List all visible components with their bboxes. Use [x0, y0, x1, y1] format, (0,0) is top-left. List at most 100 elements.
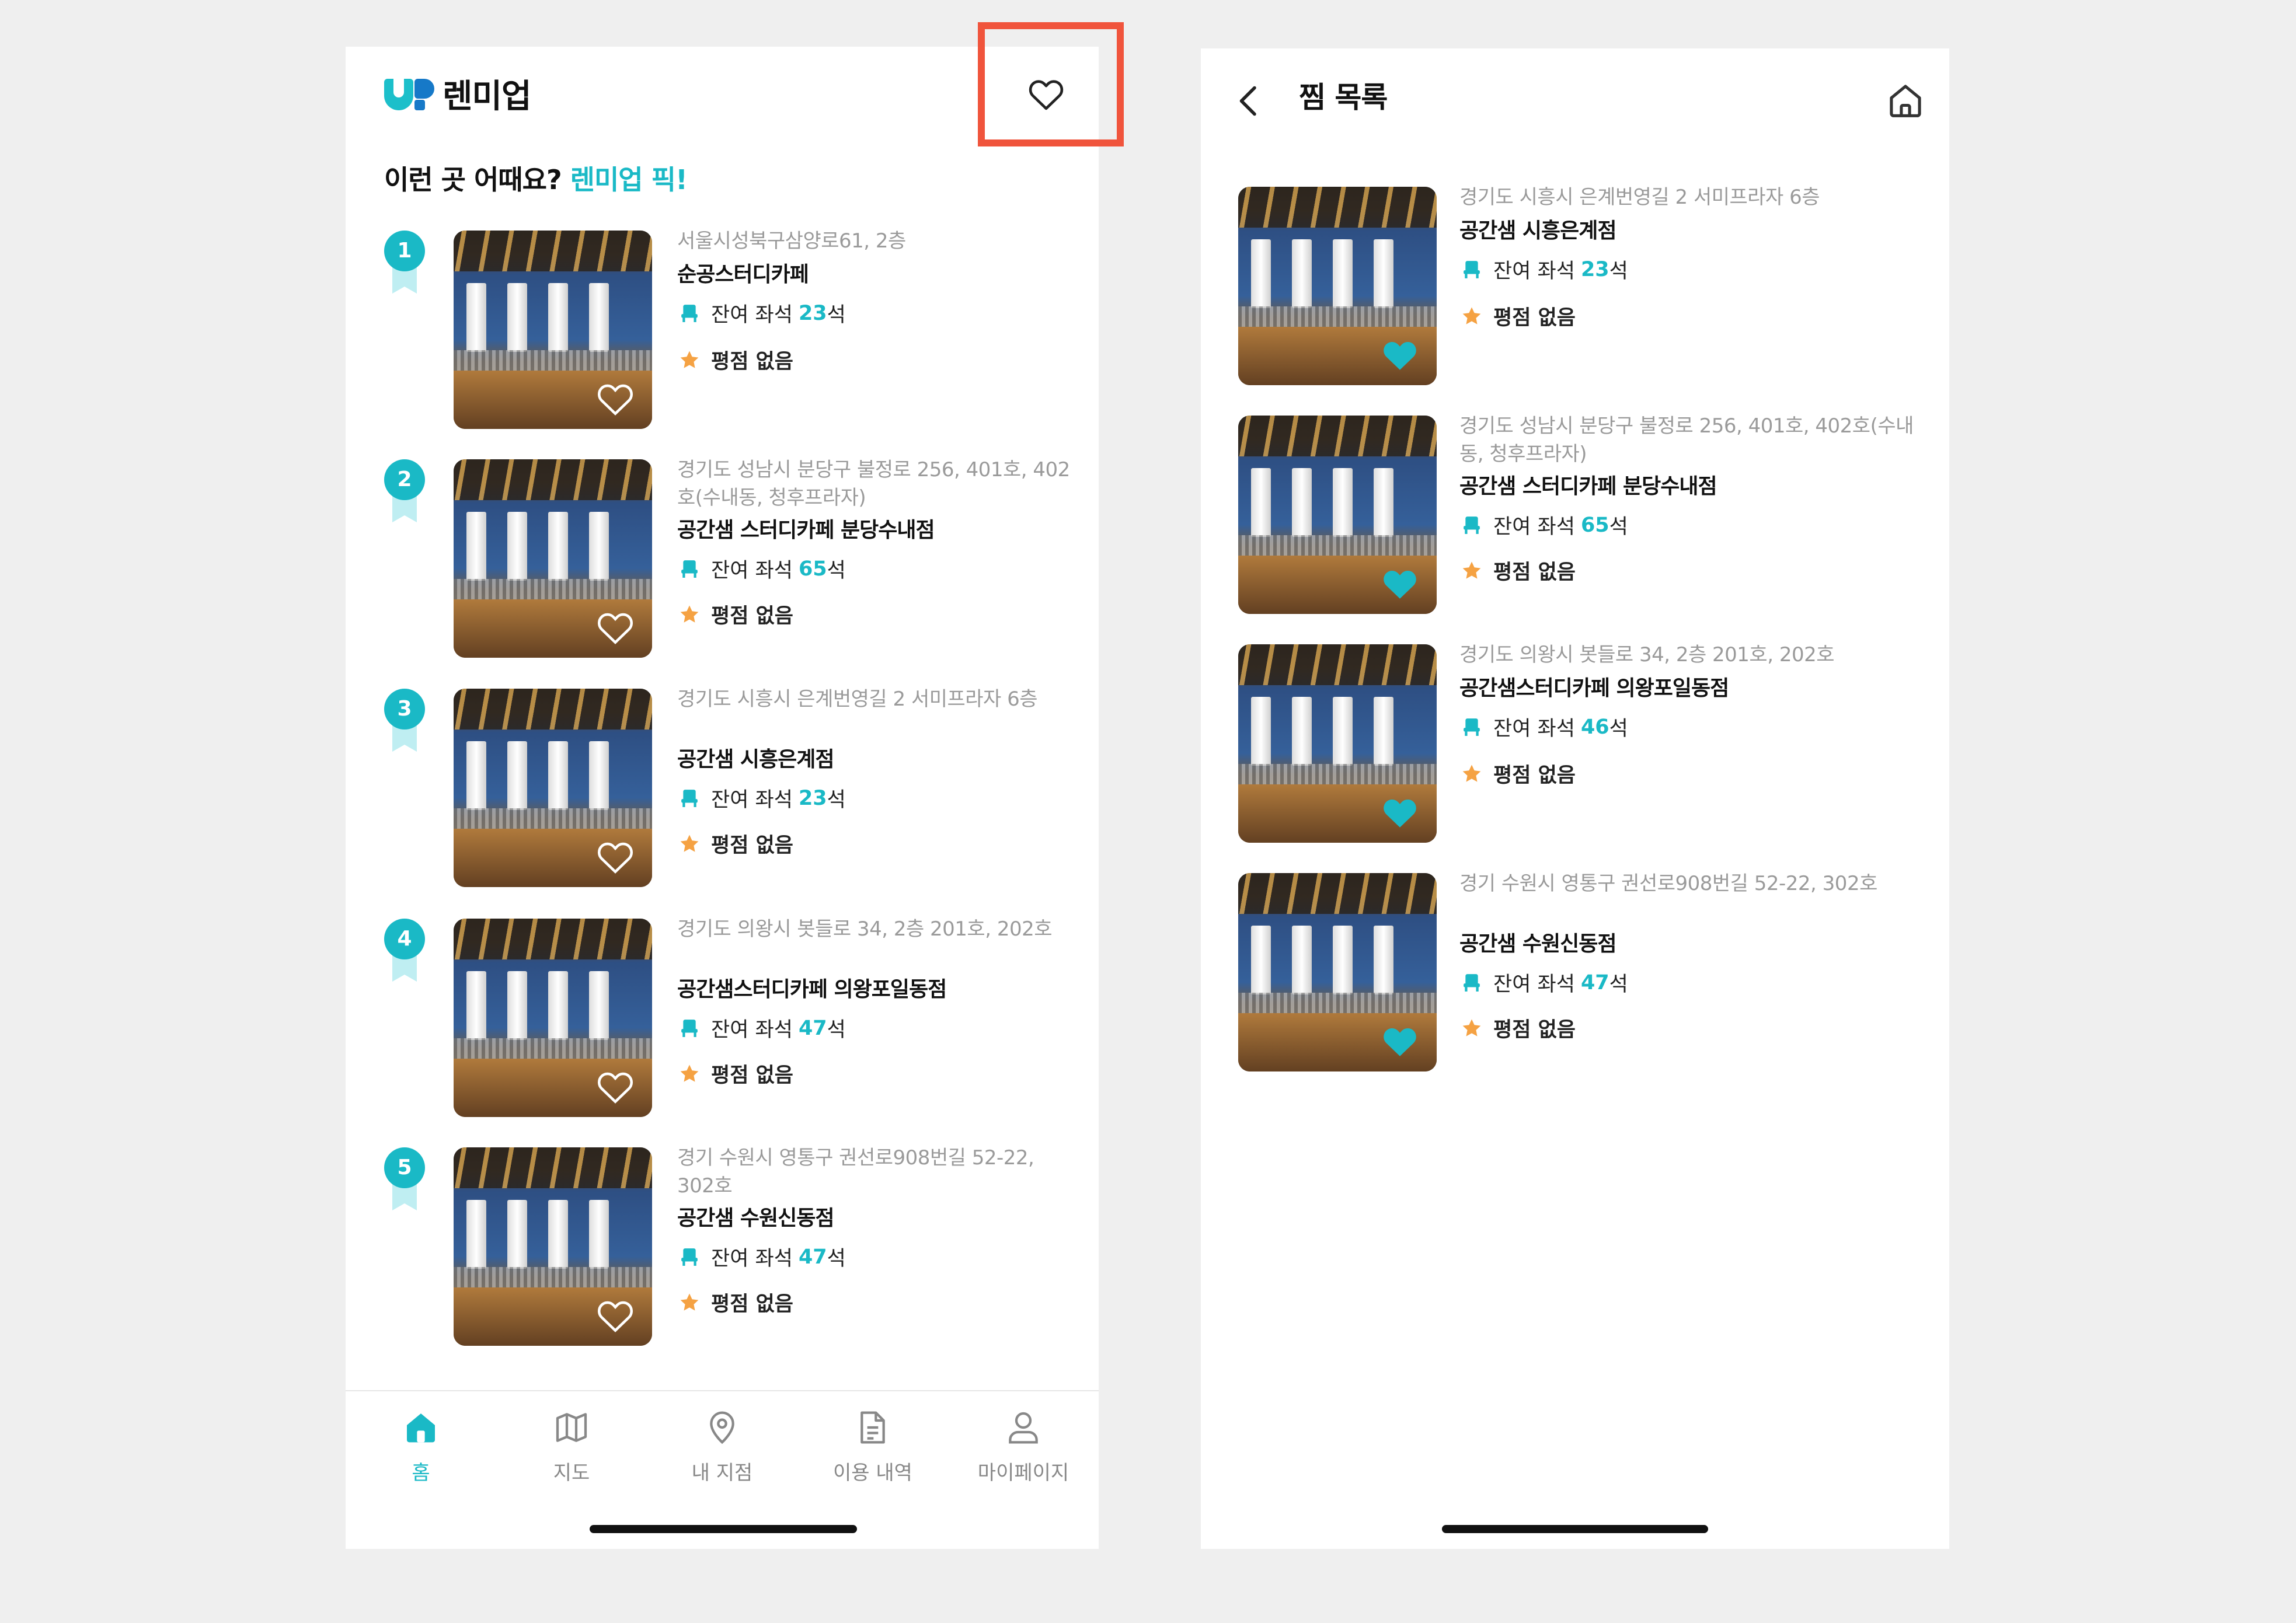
star-icon [1462, 1018, 1481, 1036]
tab-label: 홈 [412, 1461, 430, 1485]
heart-filled-icon[interactable] [1379, 794, 1420, 830]
list-item[interactable]: 5 경기 수원시 영통구 권선로908번길 52-22, 302호 공간샘 수원신동… [346, 1146, 1099, 1349]
rank-number: 2 [397, 467, 412, 491]
seat-availability: 잔여 좌석 47 석 [681, 1242, 846, 1272]
seat-unit: 석 [1609, 260, 1628, 283]
star-icon [1462, 764, 1481, 782]
section-title-prefix: 이런 곳 어때요? [384, 164, 562, 196]
thumbnail-image[interactable] [1238, 644, 1437, 843]
star-icon [680, 1064, 699, 1082]
item-address: 경기도 성남시 분당구 불정로 256, 401호, 402호(수내동, 청후프… [677, 458, 1070, 509]
rating-text: 평점 없음 [1493, 1018, 1576, 1042]
list-item[interactable]: 1 서울시성북구삼양로61, 2층 순공스터디카페 잔여 좌석 23 석 평점 없음 [346, 229, 1099, 432]
seat-availability: 잔여 좌석 23 석 [1463, 254, 1628, 284]
rank-number: 5 [397, 1156, 412, 1179]
rating: 평점 없음 [678, 599, 793, 629]
seat-unit: 석 [1609, 973, 1628, 996]
tab-my-branch[interactable]: 내 지점 [647, 1409, 797, 1485]
favorite-item[interactable]: 경기도 성남시 분당구 불정로 256, 401호, 402호(수내동, 청후프… [1201, 414, 1949, 617]
chevron-left-icon [1239, 86, 1256, 116]
item-name[interactable]: 공간샘스터디카페 의왕포일동점 [677, 972, 947, 1003]
rank-badge: 4 [384, 919, 425, 983]
star-icon [1462, 306, 1481, 324]
tab-history[interactable]: 이용 내역 [797, 1409, 948, 1485]
tab-home[interactable]: 홈 [346, 1409, 496, 1485]
tab-map[interactable]: 지도 [496, 1409, 647, 1485]
item-name[interactable]: 공간샘 수원신동점 [677, 1201, 834, 1231]
favorite-item[interactable]: 경기 수원시 영통구 권선로908번길 52-22, 302호 공간샘 수원신동점… [1201, 872, 1949, 1074]
favorite-item[interactable]: 경기도 시흥시 은계번영길 2 서미프라자 6층 공간샘 시흥은계점 잔여 좌석 23… [1201, 186, 1949, 388]
seat-label: 잔여 좌석 [711, 559, 793, 582]
rating-text: 평점 없음 [711, 605, 793, 628]
tab-mypage[interactable]: 마이페이지 [948, 1409, 1099, 1485]
page-title: 찜 목록 [1299, 81, 1388, 114]
item-name[interactable]: 공간샘 스터디카페 분당수내점 [1459, 469, 1717, 500]
heart-outline-icon[interactable] [595, 609, 636, 645]
rating-text: 평점 없음 [711, 350, 793, 374]
item-name[interactable]: 공간샘스터디카페 의왕포일동점 [1459, 671, 1729, 701]
seat-count: 47 [798, 1016, 827, 1040]
seat-count: 23 [798, 786, 827, 810]
item-name[interactable]: 순공스터디카페 [677, 257, 809, 288]
section-title-accent: 렌미업 픽! [570, 164, 688, 196]
favorites-screen: 찜 목록 경기도 시흥시 은계번영길 2 서미프라자 6층 공간샘 시흥은계점 잔여… [1201, 48, 1949, 1549]
seat-icon [1464, 973, 1480, 992]
heart-filled-icon[interactable] [1379, 565, 1420, 601]
seat-icon [681, 1248, 698, 1266]
seat-icon [681, 304, 698, 322]
rank-number: 3 [397, 697, 412, 721]
thumbnail-image[interactable] [454, 231, 652, 429]
thumbnail-image[interactable] [1238, 187, 1437, 385]
rank-number: 4 [397, 927, 412, 951]
seat-unit: 석 [827, 559, 846, 582]
item-name[interactable]: 공간샘 시흥은계점 [1459, 214, 1616, 244]
seat-count: 65 [798, 557, 827, 581]
thumbnail-image[interactable] [454, 919, 652, 1117]
seat-availability: 잔여 좌석 65 석 [681, 554, 846, 584]
item-name[interactable]: 공간샘 스터디카페 분당수내점 [677, 513, 935, 543]
seat-count: 23 [1580, 257, 1609, 281]
seat-count: 46 [1580, 715, 1609, 739]
seat-label: 잔여 좌석 [711, 1018, 793, 1042]
seat-availability: 잔여 좌석 23 석 [681, 298, 846, 328]
heart-outline-icon[interactable] [595, 838, 636, 874]
seat-count: 47 [798, 1245, 827, 1269]
list-item[interactable]: 3 경기도 시흥시 은계번영길 2 서미프라자 6층 공간샘 시흥은계점 잔여 좌석 2… [346, 687, 1099, 890]
seat-label: 잔여 좌석 [711, 1247, 793, 1271]
heart-filled-icon[interactable] [1379, 1022, 1420, 1059]
thumbnail-image[interactable] [454, 1147, 652, 1346]
thumbnail-image[interactable] [454, 689, 652, 887]
rating: 평점 없음 [1461, 556, 1576, 585]
item-name[interactable]: 공간샘 시흥은계점 [677, 742, 834, 773]
list-item[interactable]: 2 경기도 성남시 분당구 불정로 256, 401호, 402호(수내동, 청후… [346, 458, 1099, 661]
rating-text: 평점 없음 [1493, 306, 1576, 330]
item-name[interactable]: 공간샘 수원신동점 [1459, 927, 1616, 957]
star-icon [680, 605, 699, 623]
star-icon [680, 350, 699, 368]
star-icon [1462, 561, 1481, 579]
seat-icon [681, 1019, 698, 1037]
tab-label: 지도 [553, 1461, 590, 1485]
seat-count: 65 [1580, 513, 1609, 537]
rating: 평점 없음 [678, 345, 793, 375]
seat-label: 잔여 좌석 [1493, 515, 1575, 539]
seat-unit: 석 [827, 303, 846, 327]
seat-unit: 석 [1609, 717, 1628, 741]
back-button[interactable] [1236, 78, 1271, 124]
heart-outline-icon[interactable] [595, 1068, 636, 1104]
favorite-item[interactable]: 경기도 의왕시 봇들로 34, 2층 201호, 202호 공간샘스터디카페 의왕… [1201, 643, 1949, 846]
location-pin-icon [710, 1411, 734, 1444]
heart-filled-icon[interactable] [1379, 336, 1420, 372]
heart-outline-icon[interactable] [595, 1297, 636, 1333]
thumbnail-image[interactable] [1238, 416, 1437, 614]
app-logo: 렌미업 [384, 70, 532, 117]
heart-outline-icon[interactable] [595, 380, 636, 416]
brand-logo-mark [384, 76, 434, 110]
list-item[interactable]: 4 경기도 의왕시 봇들로 34, 2층 201호, 202호 공간샘스터디카페 의… [346, 917, 1099, 1120]
thumbnail-image[interactable] [1238, 873, 1437, 1071]
rating: 평점 없음 [678, 1059, 793, 1088]
thumbnail-image[interactable] [454, 459, 652, 658]
bottom-tab-bar: 홈 지도 내 지점 이용 내역 마이페이지 [346, 1390, 1099, 1508]
rating: 평점 없음 [678, 1287, 793, 1317]
home-button[interactable] [1879, 74, 1932, 127]
